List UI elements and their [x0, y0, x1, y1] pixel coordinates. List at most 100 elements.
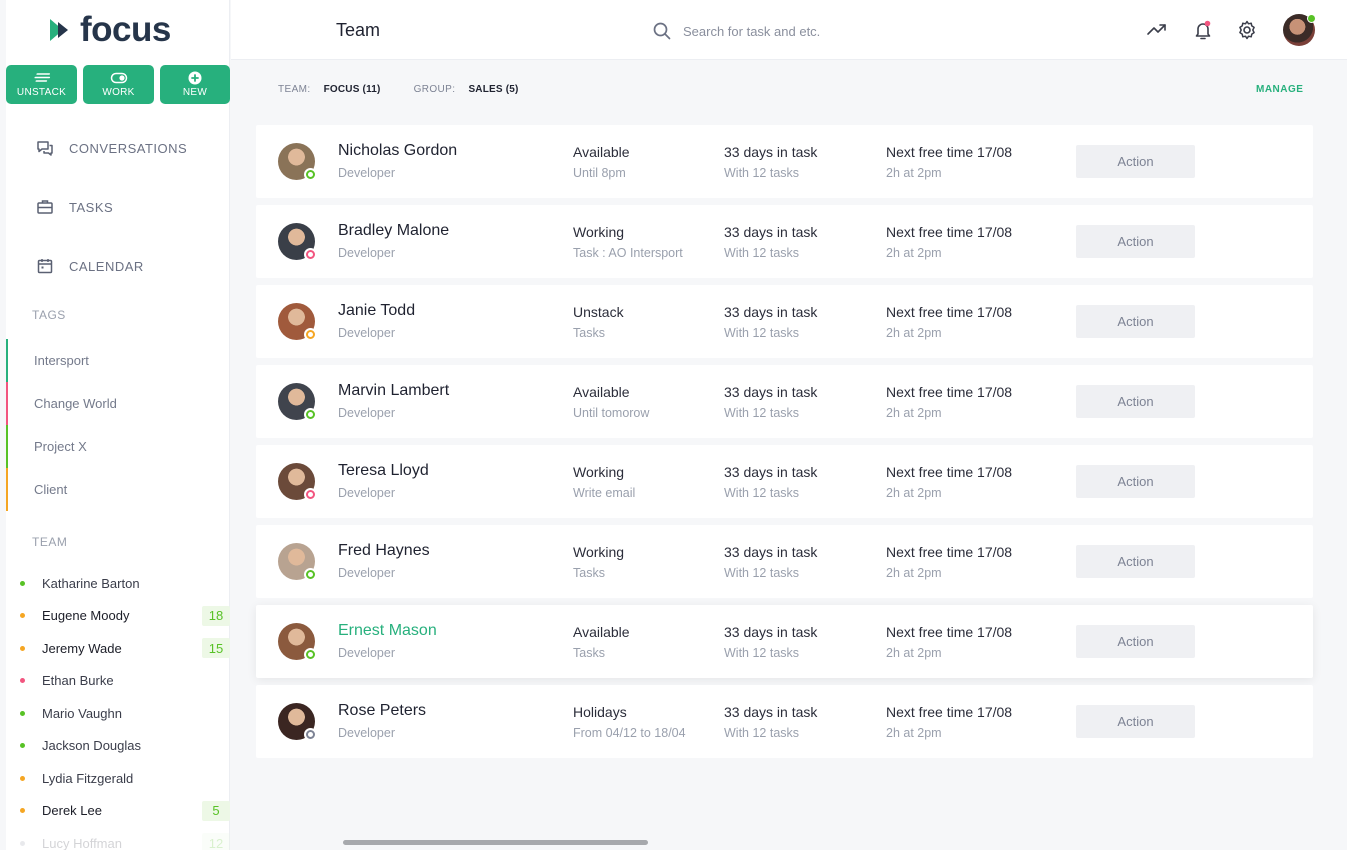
- member-tasks: With 12 tasks: [724, 646, 800, 660]
- status-dot: [20, 645, 25, 651]
- member-free-time: Next free time 17/08: [886, 224, 1013, 240]
- member-status: Unstack: [573, 304, 624, 320]
- group-filter-value[interactable]: SALES (5): [468, 84, 518, 95]
- team-member[interactable]: Mario Vaughn: [6, 697, 230, 730]
- action-button[interactable]: Action: [1076, 305, 1195, 338]
- member-name[interactable]: Fred Haynes: [338, 542, 430, 560]
- team-filter-value[interactable]: FOCUS (11): [324, 84, 381, 95]
- member-status-detail: Until tomorow: [573, 406, 650, 420]
- member-days: 33 days in task: [724, 304, 818, 320]
- team-member[interactable]: Jackson Douglas: [6, 730, 230, 763]
- member-name[interactable]: Teresa Lloyd: [338, 462, 429, 480]
- status-dot: [304, 248, 317, 261]
- action-button[interactable]: Action: [1076, 625, 1195, 658]
- toggle-icon: [110, 72, 127, 84]
- team-member[interactable]: Jeremy Wade 15: [6, 632, 230, 665]
- team-member[interactable]: Derek Lee 5: [6, 795, 230, 828]
- member-name[interactable]: Bradley Malone: [338, 222, 449, 240]
- action-button[interactable]: Action: [1076, 705, 1195, 738]
- member-free-detail: 2h at 2pm: [886, 326, 942, 340]
- team-member[interactable]: Lydia Fitzgerald: [6, 762, 230, 795]
- member-free-detail: 2h at 2pm: [886, 726, 942, 740]
- new-button[interactable]: NEW: [160, 65, 230, 104]
- member-status-detail: Tasks: [573, 566, 605, 580]
- chat-icon: [37, 141, 53, 156]
- unstack-button[interactable]: UNSTACK: [6, 65, 77, 104]
- nav-tasks[interactable]: TASKS: [36, 195, 187, 219]
- member-row[interactable]: Janie Todd Developer Unstack Tasks 33 da…: [256, 285, 1313, 358]
- team-member[interactable]: Katharine Barton: [6, 567, 230, 600]
- member-row[interactable]: Ernest Mason Developer Available Tasks 3…: [256, 605, 1313, 678]
- member-row[interactable]: Teresa Lloyd Developer Working Write ema…: [256, 445, 1313, 518]
- member-name: Eugene Moody: [42, 608, 130, 624]
- trending-icon[interactable]: [1146, 19, 1168, 41]
- sidebar: focus UNSTACK WORK NEW CONVERSATIONS TAS…: [6, 0, 230, 850]
- status-dot: [304, 408, 317, 421]
- member-row[interactable]: Marvin Lambert Developer Available Until…: [256, 365, 1313, 438]
- member-name[interactable]: Nicholas Gordon: [338, 142, 457, 160]
- member-free-time: Next free time 17/08: [886, 464, 1013, 480]
- action-button[interactable]: Action: [1076, 465, 1195, 498]
- page-title: Team: [336, 20, 381, 40]
- manage-link[interactable]: MANAGE: [1256, 84, 1303, 95]
- action-button[interactable]: Action: [1076, 145, 1195, 178]
- tag-change-world[interactable]: Change World: [6, 382, 229, 425]
- team-member[interactable]: Lucy Hoffman 12: [6, 827, 230, 850]
- tag-intersport[interactable]: Intersport: [6, 339, 229, 382]
- action-button[interactable]: Action: [1076, 545, 1195, 578]
- member-name[interactable]: Janie Todd: [338, 302, 415, 320]
- status-dot: [20, 808, 25, 814]
- member-tasks: With 12 tasks: [724, 326, 800, 340]
- team-member[interactable]: Ethan Burke: [6, 665, 230, 698]
- member-days: 33 days in task: [724, 544, 818, 560]
- member-free-detail: 2h at 2pm: [886, 166, 942, 180]
- team-list: Katharine Barton Eugene Moody 18 Jeremy W…: [6, 567, 230, 850]
- member-row[interactable]: Bradley Malone Developer Working Task : …: [256, 205, 1313, 278]
- member-name: Jeremy Wade: [42, 640, 122, 656]
- member-name[interactable]: Ernest Mason: [338, 622, 437, 640]
- member-tasks: With 12 tasks: [724, 566, 800, 580]
- member-name: Lucy Hoffman: [42, 835, 122, 850]
- member-free-time: Next free time 17/08: [886, 704, 1013, 720]
- nav-calendar[interactable]: CALENDAR: [36, 254, 187, 278]
- tag-project-x[interactable]: Project X: [6, 425, 229, 468]
- action-button[interactable]: Action: [1076, 225, 1195, 258]
- status-dot: [304, 328, 317, 341]
- member-free-detail: 2h at 2pm: [886, 646, 942, 660]
- search-input[interactable]: [683, 23, 883, 39]
- gear-icon[interactable]: [1236, 19, 1258, 41]
- member-row[interactable]: Nicholas Gordon Developer Available Unti…: [256, 125, 1313, 198]
- team-member[interactable]: Eugene Moody 18: [6, 600, 230, 633]
- tags-heading: TAGS: [32, 308, 66, 322]
- filter-bar: TEAM: FOCUS (11) GROUP: SALES (5): [278, 84, 552, 95]
- member-free-detail: 2h at 2pm: [886, 406, 942, 420]
- member-status-detail: Task : AO Intersport: [573, 246, 683, 260]
- user-avatar[interactable]: [1283, 14, 1316, 46]
- nav-calendar-label: CALENDAR: [69, 258, 144, 274]
- tag-client[interactable]: Client: [6, 468, 229, 511]
- member-free-time: Next free time 17/08: [886, 144, 1013, 160]
- member-days: 33 days in task: [724, 624, 818, 640]
- member-status-detail: Tasks: [573, 646, 605, 660]
- member-role: Developer: [338, 486, 395, 500]
- horizontal-scrollbar[interactable]: [343, 840, 648, 845]
- action-button[interactable]: Action: [1076, 385, 1195, 418]
- group-filter-label: GROUP:: [413, 84, 456, 95]
- nav-conversations-label: CONVERSATIONS: [69, 140, 188, 156]
- nav-conversations[interactable]: CONVERSATIONS: [36, 136, 187, 160]
- member-role: Developer: [338, 246, 395, 260]
- member-row[interactable]: Fred Haynes Developer Working Tasks 33 d…: [256, 525, 1313, 598]
- member-row[interactable]: Rose Peters Developer Holidays From 04/1…: [256, 685, 1313, 758]
- member-status: Available: [573, 624, 630, 640]
- member-name[interactable]: Rose Peters: [338, 702, 426, 720]
- member-free-time: Next free time 17/08: [886, 544, 1013, 560]
- status-dot: [304, 488, 317, 501]
- work-button[interactable]: WORK: [83, 65, 154, 104]
- brand-logo[interactable]: focus: [50, 12, 171, 48]
- bell-icon[interactable]: [1192, 19, 1214, 41]
- member-name[interactable]: Marvin Lambert: [338, 382, 449, 400]
- member-status: Holidays: [573, 704, 627, 720]
- member-days: 33 days in task: [724, 384, 818, 400]
- member-free-time: Next free time 17/08: [886, 384, 1013, 400]
- member-role: Developer: [338, 566, 395, 580]
